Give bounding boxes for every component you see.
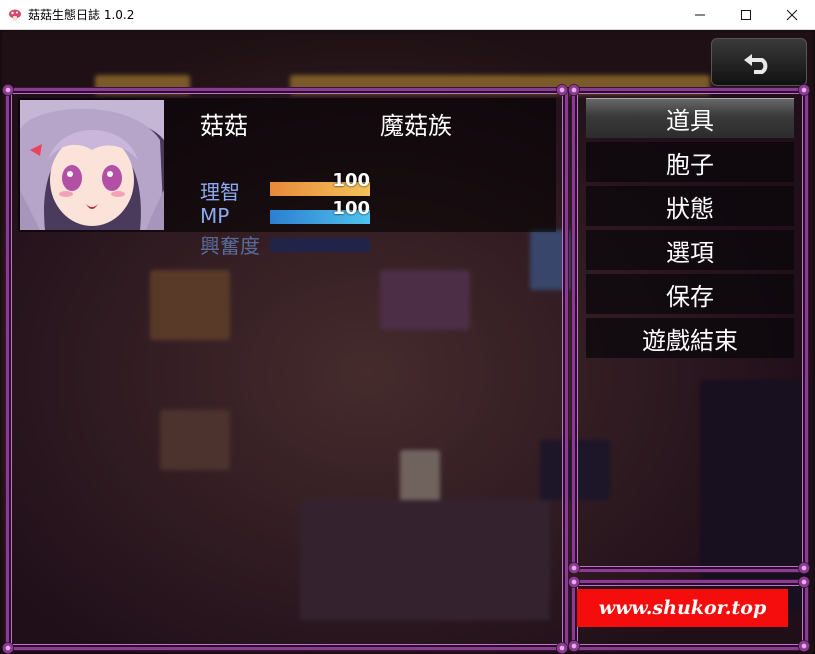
mushroom-icon bbox=[9, 9, 21, 21]
frame-corner bbox=[556, 642, 568, 654]
maximize-icon bbox=[741, 10, 751, 20]
mp-value: 100 bbox=[332, 198, 370, 219]
sanity-value: 100 bbox=[332, 170, 370, 191]
frame-corner bbox=[798, 640, 810, 652]
character-portrait bbox=[20, 100, 164, 230]
frame-corner bbox=[568, 84, 580, 96]
game-screen[interactable]: 菇菇 魔菇族 理智 100 MP 100 興奮度 道具 胞子 狀態 選項 保存 … bbox=[0, 30, 815, 654]
frame-corner bbox=[556, 84, 568, 96]
watermark-banner: www.shukor.top bbox=[577, 589, 788, 627]
window-titlebar: 菇菇生態日誌 1.0.2 bbox=[0, 0, 815, 30]
close-icon bbox=[786, 9, 798, 21]
back-button[interactable] bbox=[711, 38, 807, 86]
maximize-button[interactable] bbox=[723, 0, 769, 30]
frame-corner bbox=[2, 642, 14, 654]
menu-item-items[interactable]: 道具 bbox=[586, 98, 794, 138]
return-arrow-icon bbox=[744, 54, 768, 74]
frame-corner bbox=[568, 640, 580, 652]
minimize-icon bbox=[695, 14, 705, 16]
menu-item-save[interactable]: 保存 bbox=[586, 274, 794, 314]
menu-item-spores[interactable]: 胞子 bbox=[586, 142, 794, 182]
menu-item-status[interactable]: 狀態 bbox=[586, 186, 794, 226]
frame-corner bbox=[2, 84, 14, 96]
sanity-label: 理智 bbox=[200, 180, 240, 204]
frame-corner bbox=[798, 562, 810, 574]
frame-corner bbox=[798, 84, 810, 96]
command-menu: 道具 胞子 狀態 選項 保存 遊戲結束 bbox=[586, 98, 796, 362]
actor-status-panel[interactable]: 菇菇 魔菇族 理智 100 MP 100 興奮度 bbox=[18, 98, 556, 258]
frame-corner bbox=[568, 576, 580, 588]
watermark-text: www.shukor.top bbox=[598, 597, 767, 619]
frame-corner bbox=[798, 576, 810, 588]
minimize-button[interactable] bbox=[677, 0, 723, 30]
close-button[interactable] bbox=[769, 0, 815, 30]
excitement-gauge bbox=[270, 238, 370, 252]
frame-corner bbox=[568, 562, 580, 574]
excitement-label: 興奮度 bbox=[200, 234, 260, 258]
menu-item-game-end[interactable]: 遊戲結束 bbox=[586, 318, 794, 358]
character-face-image bbox=[20, 100, 164, 230]
character-class: 魔菇族 bbox=[380, 112, 452, 140]
window-title: 菇菇生態日誌 1.0.2 bbox=[28, 8, 135, 22]
character-name: 菇菇 bbox=[200, 112, 248, 140]
mp-label: MP bbox=[200, 204, 230, 228]
menu-item-options[interactable]: 選項 bbox=[586, 230, 794, 270]
